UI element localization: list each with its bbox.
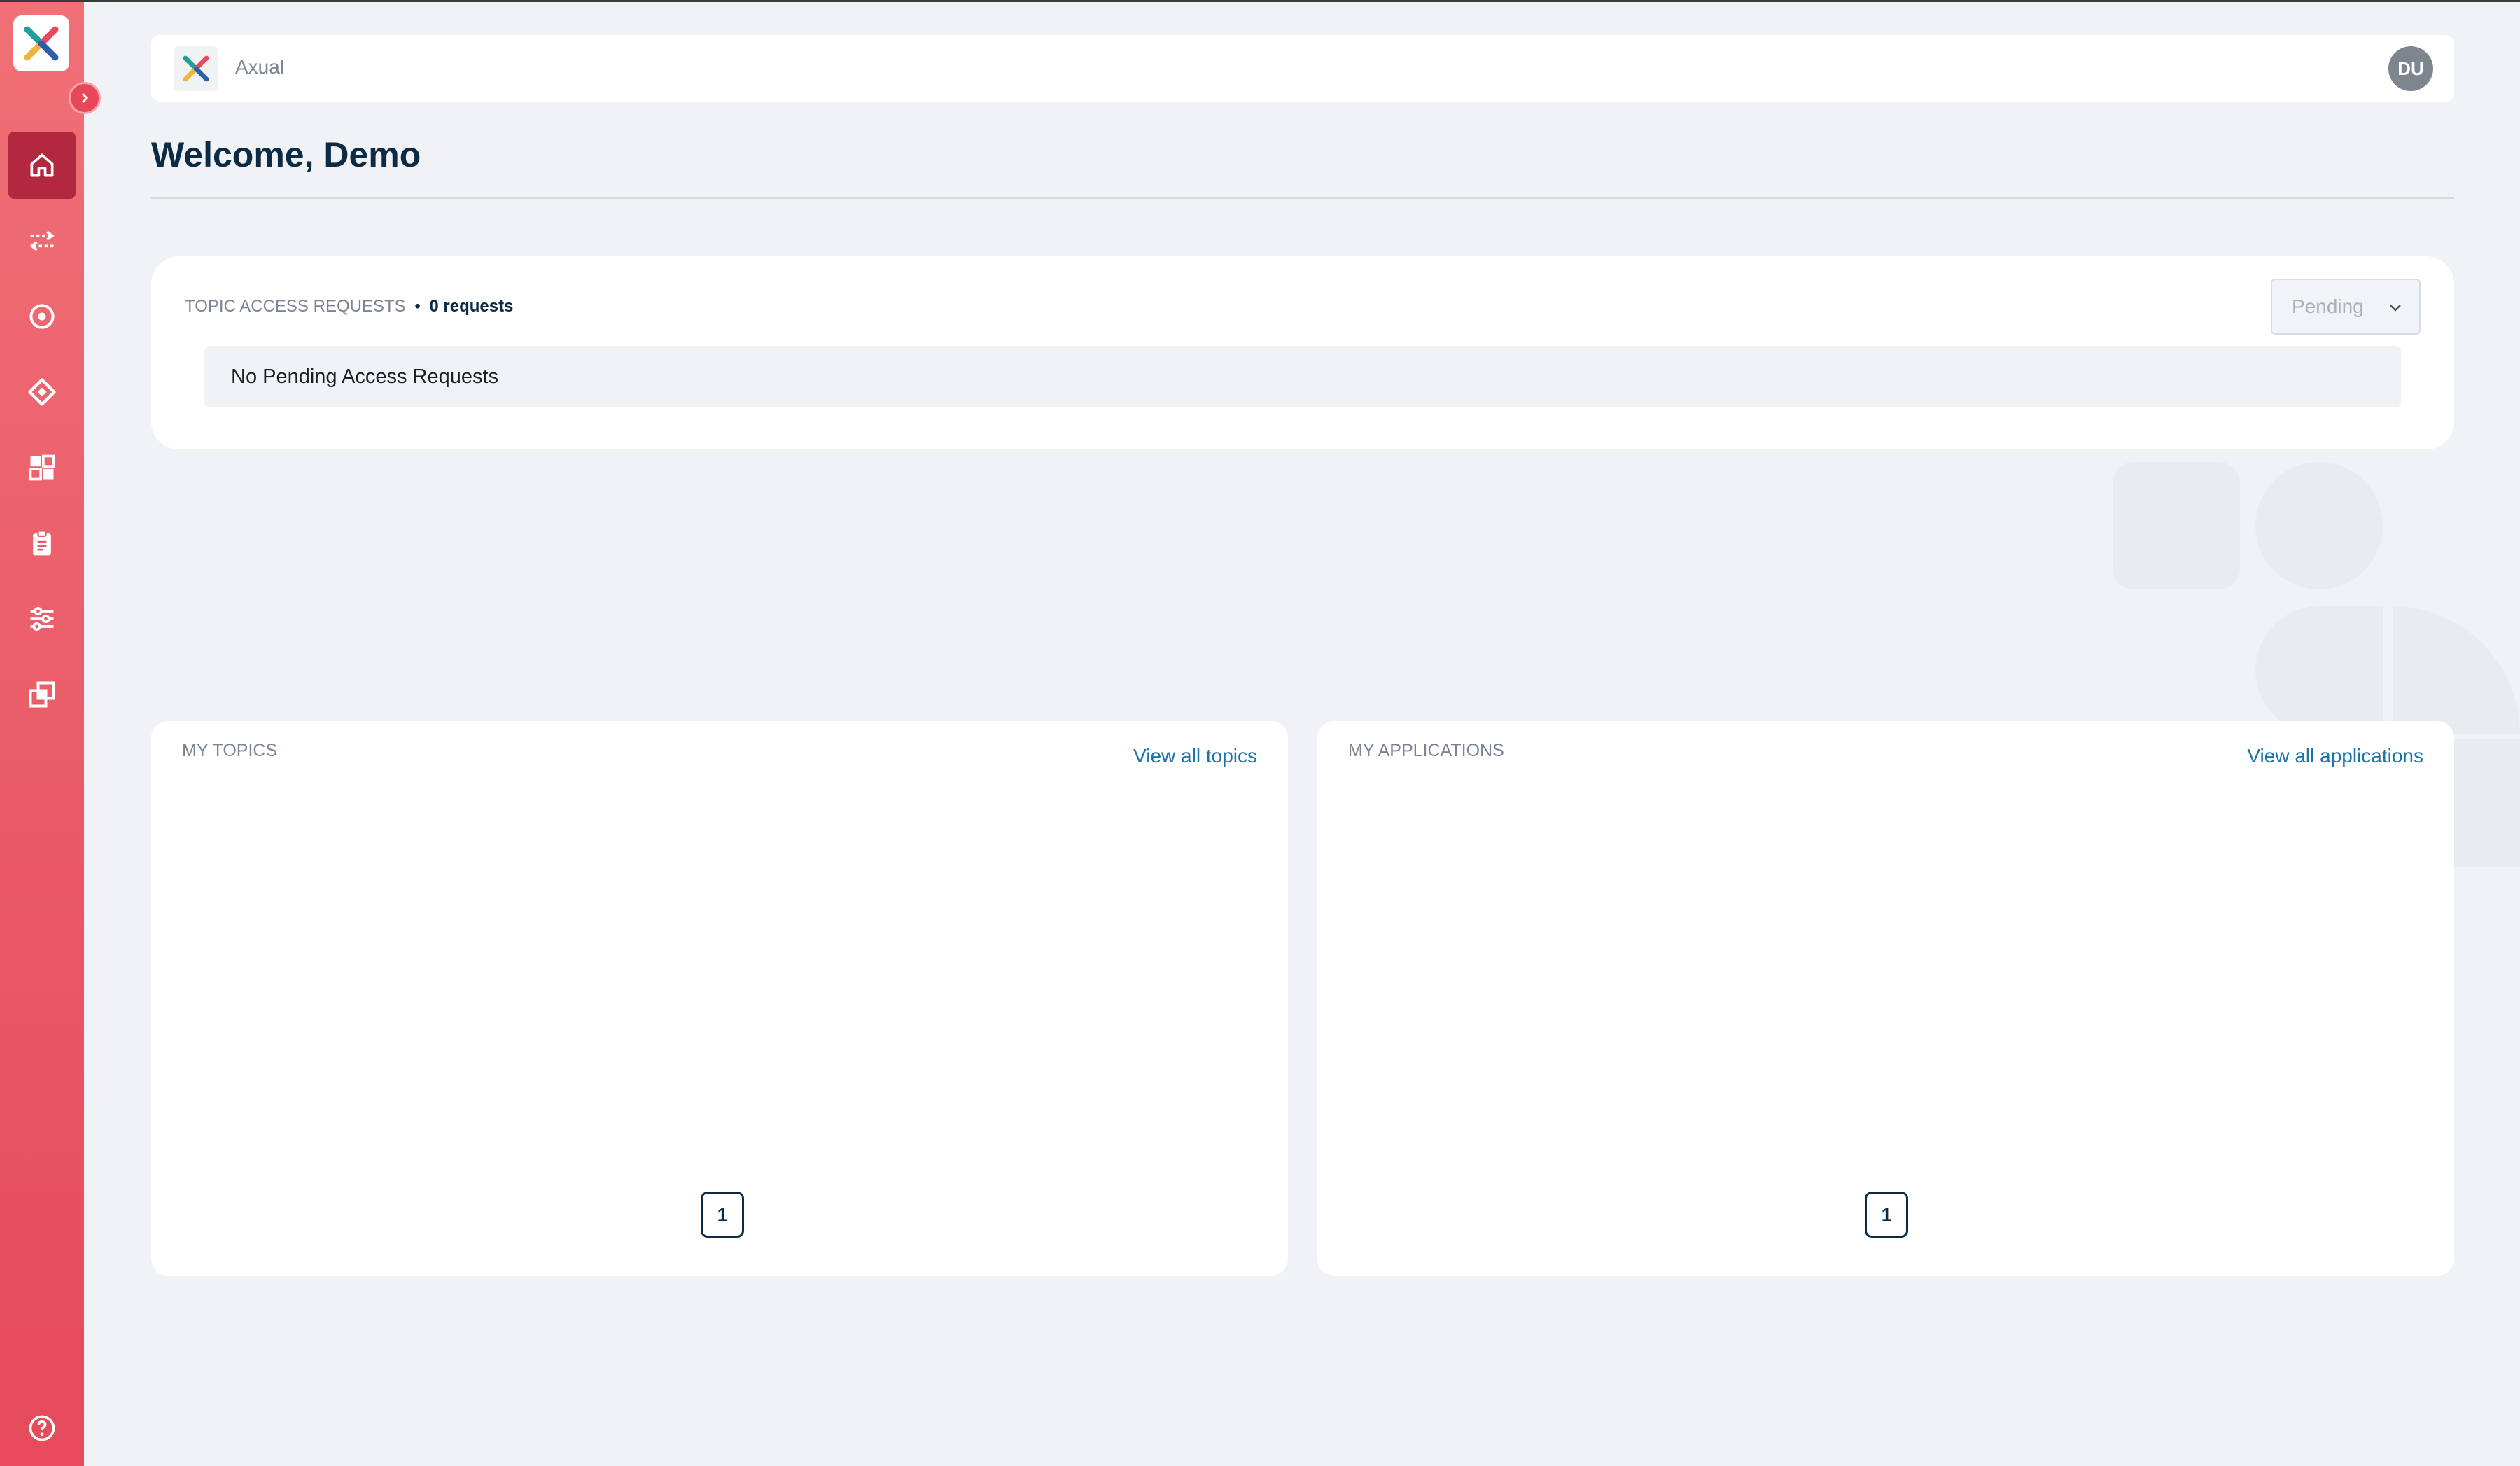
my-topics-card: MY TOPICS View all topics 1 (151, 721, 1288, 1276)
status-filter-dropdown[interactable]: Pending (2271, 279, 2421, 335)
sidebar-item-environments[interactable] (8, 661, 76, 728)
home-icon (30, 153, 54, 177)
streams-icon (29, 230, 55, 251)
chevron-down-icon (2390, 305, 2401, 312)
sidebar-item-dashboard[interactable] (8, 434, 76, 501)
topics-pagination-page[interactable]: 1 (701, 1192, 744, 1238)
topics-icon (29, 304, 55, 329)
sidebar-item-applications[interactable] (8, 358, 76, 426)
requests-count: 0 requests (429, 297, 514, 316)
axual-logo-icon (24, 26, 59, 61)
top-header: Axual DU (151, 35, 2454, 102)
help-icon (29, 1415, 55, 1441)
sidebar-item-requests[interactable] (8, 510, 76, 577)
header-logo[interactable] (174, 46, 218, 91)
clipboard-icon (33, 530, 51, 556)
view-all-applications-link[interactable]: View all applications (2247, 745, 2423, 767)
sidebar-item-help[interactable] (8, 1395, 76, 1462)
empty-state-row: No Pending Access Requests (204, 346, 2401, 407)
status-filter-value: Pending (2292, 295, 2364, 317)
sidebar-item-streams[interactable] (8, 207, 76, 274)
axual-logo-icon (183, 55, 209, 82)
background-decoration (2255, 606, 2383, 734)
my-applications-title: MY APPLICATIONS (1348, 741, 1504, 760)
sidebar-collapse-button[interactable] (69, 82, 101, 114)
access-requests-card: TOPIC ACCESS REQUESTS • 0 requests Pendi… (151, 256, 2454, 449)
title-divider (151, 197, 2454, 199)
sidebar (0, 0, 84, 1466)
background-decoration (2393, 606, 2520, 734)
chevron-right-icon (81, 92, 89, 104)
window-top-border (0, 0, 2520, 2)
axual-logo[interactable] (13, 15, 69, 71)
background-decoration (2113, 462, 2240, 589)
tenant-name: Axual (235, 56, 285, 78)
empty-state-message: No Pending Access Requests (231, 365, 499, 388)
settings-sliders-icon (30, 606, 54, 631)
sidebar-item-settings[interactable] (8, 585, 76, 652)
access-requests-title: TOPIC ACCESS REQUESTS (185, 297, 406, 316)
user-avatar[interactable]: DU (2388, 46, 2433, 91)
page-title: Welcome, Demo (151, 135, 421, 174)
sidebar-item-home[interactable] (8, 132, 76, 199)
background-decoration (2255, 462, 2383, 589)
access-requests-header: TOPIC ACCESS REQUESTS • 0 requests (185, 297, 513, 316)
my-topics-title: MY TOPICS (182, 741, 278, 760)
sidebar-item-topics[interactable] (8, 283, 76, 350)
my-applications-card: MY APPLICATIONS View all applications 1 (1317, 721, 2454, 1276)
applications-pagination-page[interactable]: 1 (1865, 1192, 1908, 1238)
applications-icon (28, 378, 56, 406)
separator-dot: • (414, 297, 421, 316)
environments-icon (29, 681, 55, 708)
dashboard-icon (29, 454, 55, 481)
view-all-topics-link[interactable]: View all topics (1133, 745, 1257, 767)
